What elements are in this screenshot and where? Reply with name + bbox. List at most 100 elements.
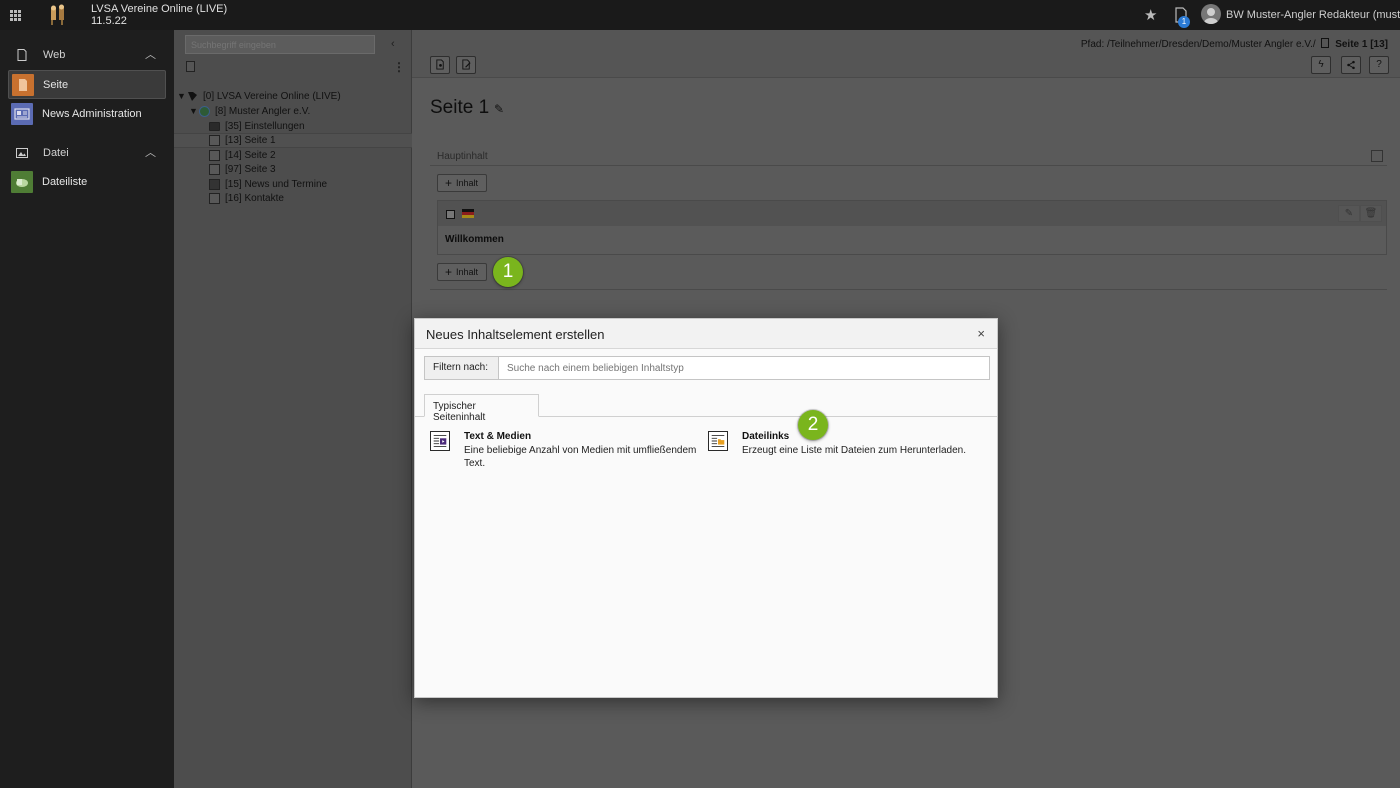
edit-page-icon	[461, 59, 471, 70]
page-title: Seite 1	[430, 97, 490, 118]
filter-input[interactable]	[498, 356, 990, 380]
module-group-web[interactable]: Web ︿	[0, 40, 174, 70]
module-item-label: Seite	[43, 79, 69, 91]
open-documents-badge: 1	[1178, 16, 1190, 28]
chevron-up-icon: ︿	[145, 147, 156, 159]
tree-node-label: [15] News und Termine	[225, 178, 328, 190]
edit-page-button[interactable]	[456, 56, 476, 74]
caret-down-icon[interactable]: ▼	[177, 91, 187, 101]
text-media-icon	[430, 431, 450, 451]
site-version: 11.5.22	[91, 15, 127, 27]
edit-column-icon[interactable]	[1371, 150, 1383, 162]
close-icon[interactable]: ×	[977, 326, 985, 341]
page-icon	[17, 49, 27, 61]
content-element-title: Willkommen	[445, 234, 504, 245]
wizard-description: Eine beliebige Anzahl von Medien mit umf…	[464, 445, 697, 469]
module-group-datei[interactable]: Datei ︿	[0, 138, 174, 168]
caret-down-icon[interactable]: ▼	[189, 106, 199, 116]
tree-node[interactable]: [14] Seite 2	[209, 148, 276, 162]
star-icon[interactable]: ★	[1144, 6, 1162, 24]
wizard-name: Dateilinks	[742, 431, 790, 442]
tree-node[interactable]: ▼ [8] Muster Angler e.V.	[189, 104, 310, 118]
page-tree: ‹ ⋮ ▼ [0] LVSA Vereine Online (LIVE) ▼ […	[174, 30, 412, 788]
news-folder-icon	[209, 178, 220, 190]
tree-node-label: [16] Kontakte	[225, 192, 284, 204]
page-icon	[209, 134, 220, 146]
module-item-dateiliste[interactable]: Dateiliste	[8, 168, 166, 197]
edit-icon[interactable]: ✎	[1338, 205, 1360, 222]
trash-icon[interactable]: 🗑	[1360, 205, 1382, 222]
new-content-element-modal: Neues Inhaltselement erstellen × Filtern…	[414, 318, 998, 698]
top-bar: LVSA Vereine Online (LIVE) 11.5.22 ★ 1 B…	[0, 0, 1400, 30]
page-icon	[1321, 38, 1330, 48]
breadcrumb: Pfad: /Teilnehmer/Dresden/Demo/Muster An…	[1081, 38, 1388, 50]
module-item-seite[interactable]: Seite	[8, 70, 166, 99]
wizard-description: Erzeugt eine Liste mit Dateien zum Herun…	[742, 445, 967, 456]
plus-icon: +	[445, 265, 453, 279]
tree-node-label: [14] Seite 2	[225, 149, 276, 161]
add-content-button[interactable]: + Inhalt	[437, 263, 487, 281]
module-group-label: Web	[43, 49, 66, 61]
image-icon	[16, 148, 28, 158]
clear-cache-button[interactable]: ϟ	[1311, 56, 1331, 74]
doc-header: Pfad: /Teilnehmer/Dresden/Demo/Muster An…	[412, 30, 1400, 78]
module-item-label: News Administration	[42, 108, 142, 120]
lightning-icon: ϟ	[1318, 59, 1324, 70]
pencil-icon[interactable]: ✎	[494, 102, 504, 116]
tree-node[interactable]: ▼ [0] LVSA Vereine Online (LIVE)	[177, 89, 341, 103]
tree-node[interactable]: [15] News und Termine	[209, 177, 327, 191]
breadcrumb-current: Seite 1 [13]	[1335, 39, 1388, 50]
breadcrumb-path: Pfad: /Teilnehmer/Dresden/Demo/Muster An…	[1080, 39, 1316, 50]
tree-node-selected[interactable]: [13] Seite 1	[209, 133, 276, 147]
help-button[interactable]: ?	[1369, 56, 1389, 74]
avatar[interactable]	[1201, 4, 1221, 24]
page-module-icon	[12, 74, 34, 96]
content-type-icon	[446, 210, 455, 219]
tab-typischer-seiteninhalt[interactable]: Typischer Seiteninhalt	[424, 394, 539, 423]
app-grid-icon[interactable]	[0, 0, 30, 30]
user-menu[interactable]: BW Muster-Angler Redakteur (muster-...	[1226, 9, 1400, 21]
tree-node-label: [13] Seite 1	[225, 134, 276, 146]
new-page-icon[interactable]	[186, 61, 195, 72]
tree-node-label: [97] Seite 3	[225, 163, 276, 175]
site-name: LVSA Vereine Online (LIVE)	[91, 3, 228, 15]
module-item-label: Dateiliste	[42, 176, 88, 188]
german-flag-icon	[462, 209, 474, 218]
site-logo[interactable]	[48, 4, 70, 26]
share-button[interactable]	[1341, 56, 1361, 74]
module-menu: Web ︿ Seite News Administration Datei ︿ …	[0, 30, 174, 788]
chevron-left-icon[interactable]: ‹	[391, 38, 395, 50]
tree-node-label: [35] Einstellungen	[225, 120, 305, 132]
filter-label: Filtern nach:	[424, 356, 499, 380]
column-header: Hauptinhalt	[430, 148, 1387, 166]
step-marker-2: 2	[798, 410, 828, 440]
module-group-label: Datei	[43, 147, 69, 159]
folder-icon	[209, 121, 220, 131]
tree-node[interactable]: [35] Einstellungen	[209, 119, 305, 133]
modal-header: Neues Inhaltselement erstellen ×	[415, 319, 997, 349]
chevron-up-icon: ︿	[145, 49, 156, 61]
tree-node[interactable]: [97] Seite 3	[209, 162, 276, 176]
step-marker-1: 1	[493, 257, 523, 287]
page-icon	[209, 163, 220, 175]
typo3-root-icon	[188, 91, 197, 101]
wizard-name: Text & Medien	[464, 431, 532, 442]
share-icon	[1347, 60, 1355, 70]
tree-node-label: [0] LVSA Vereine Online (LIVE)	[203, 90, 341, 102]
modal-title: Neues Inhaltselement erstellen	[426, 327, 605, 342]
help-icon: ?	[1376, 59, 1382, 70]
tree-node[interactable]: [16] Kontakte	[209, 191, 284, 205]
module-item-news-administration[interactable]: News Administration	[8, 100, 166, 129]
filelist-module-icon	[11, 171, 33, 193]
page-icon	[209, 149, 220, 161]
add-content-label: Inhalt	[456, 178, 479, 188]
content-element: ✎ 🗑 Willkommen	[437, 200, 1387, 255]
tree-node-label: [8] Muster Angler e.V.	[215, 105, 311, 117]
add-content-button[interactable]: + Inhalt	[437, 174, 487, 192]
view-page-button[interactable]	[430, 56, 450, 74]
column-name: Hauptinhalt	[437, 151, 488, 162]
globe-icon	[199, 105, 210, 117]
plus-icon: +	[445, 176, 453, 190]
tree-search-input[interactable]	[185, 35, 375, 54]
more-options-icon[interactable]: ⋮	[393, 60, 405, 74]
